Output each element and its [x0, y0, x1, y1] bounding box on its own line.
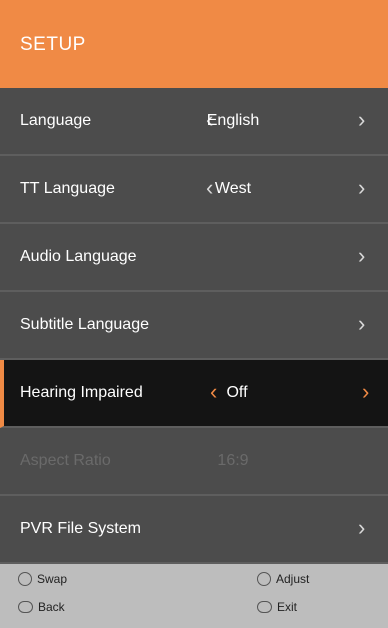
menu-item-label: Audio Language	[20, 248, 137, 265]
exit-button-icon	[257, 601, 272, 613]
menu-item-value: English	[206, 112, 260, 129]
setup-menu: Language ‹ English › TT Language ‹ West …	[0, 88, 388, 564]
hint-label: Swap	[37, 572, 68, 586]
menu-item-tt-language[interactable]: TT Language ‹ West ›	[0, 156, 388, 224]
page-title: SETUP	[20, 34, 86, 55]
menu-item-pvr-file-system[interactable]: PVR File System ›	[0, 496, 388, 564]
menu-item-label: Aspect Ratio	[20, 452, 111, 469]
chevron-right-icon[interactable]: ›	[358, 292, 365, 356]
chevron-right-icon[interactable]: ›	[358, 156, 365, 220]
header: SETUP	[0, 0, 388, 88]
dpad-leftright-icon	[257, 572, 271, 586]
menu-item-label: Hearing Impaired	[20, 384, 143, 401]
menu-item-value: West	[214, 180, 252, 197]
menu-item-subtitle-language[interactable]: Subtitle Language ›	[0, 292, 388, 360]
menu-item-aspect-ratio: Aspect Ratio 16:9	[0, 428, 388, 496]
menu-button-icon	[18, 601, 33, 613]
menu-item-hearing-impaired[interactable]: Hearing Impaired ‹ Off ›	[0, 360, 388, 428]
menu-item-label: Language	[20, 112, 92, 129]
chevron-right-icon[interactable]: ›	[358, 496, 365, 560]
chevron-right-icon[interactable]: ›	[358, 224, 365, 288]
hint-label: Back	[38, 600, 65, 614]
dpad-updown-icon	[18, 572, 32, 586]
menu-item-value: Off	[226, 384, 248, 401]
hint-adjust: Adjust	[257, 572, 309, 586]
hint-exit: Exit	[257, 600, 297, 614]
menu-item-value: 16:9	[217, 452, 249, 469]
menu-item-label: PVR File System	[20, 520, 141, 537]
chevron-right-icon[interactable]: ›	[362, 360, 369, 424]
menu-item-label: TT Language	[20, 180, 115, 197]
menu-item-language[interactable]: Language ‹ English ›	[0, 88, 388, 156]
menu-item-audio-language[interactable]: Audio Language ›	[0, 224, 388, 292]
hint-label: Exit	[277, 600, 298, 614]
hint-label: Adjust	[276, 572, 310, 586]
menu-item-label: Subtitle Language	[20, 316, 149, 333]
setup-panel: SETUP Language ‹ English › TT Language ‹…	[0, 0, 388, 628]
chevron-right-icon[interactable]: ›	[358, 88, 365, 152]
key-hints-bar: Swap Back Adjust Exit	[0, 564, 388, 628]
hint-back: Back	[18, 600, 65, 614]
hint-swap: Swap	[18, 572, 67, 586]
